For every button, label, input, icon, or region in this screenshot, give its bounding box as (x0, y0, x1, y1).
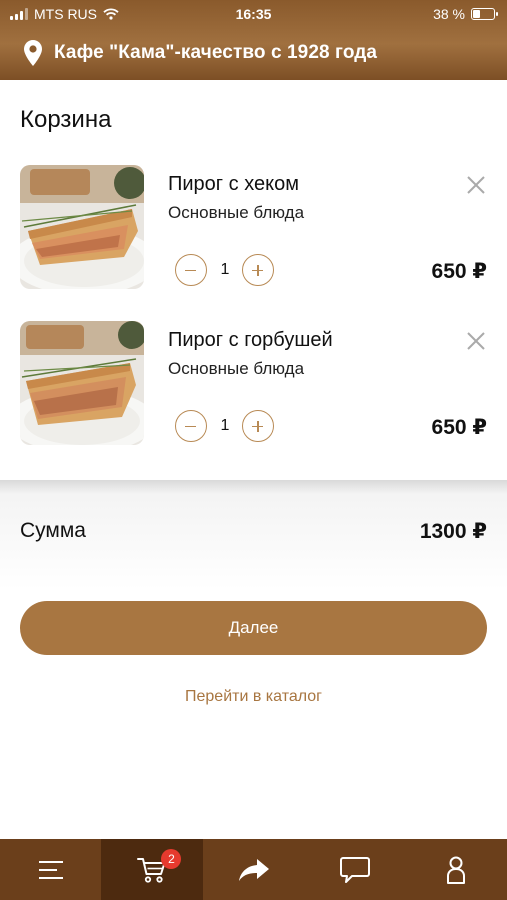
menu-icon (38, 860, 63, 879)
app-header: MTS RUS 16:35 38 % Кафе "Кама"-качество … (0, 0, 507, 80)
product-image (20, 165, 144, 289)
battery-percent: 38 % (433, 6, 465, 22)
cafe-title: Кафе "Кама"-качество с 1928 года (54, 42, 378, 63)
product-name: Пирог с хеком (168, 173, 299, 195)
increase-quantity-button[interactable] (242, 410, 274, 442)
cart-count-badge: 2 (161, 849, 182, 869)
tab-share[interactable] (203, 839, 304, 900)
chat-icon (339, 856, 370, 883)
product-category: Основные блюда (168, 203, 305, 222)
status-time: 16:35 (235, 6, 272, 22)
go-to-catalog-link[interactable]: Перейти в каталог (0, 688, 507, 706)
battery-icon (471, 8, 498, 20)
location-pin-icon (24, 40, 42, 66)
battery-level (473, 10, 480, 18)
cart-item: Пирог с хеком Основные блюда 1 650 ₽ (0, 165, 507, 295)
quantity-value: 1 (220, 417, 230, 434)
product-price: 650 ₽ (431, 416, 487, 439)
close-icon (467, 176, 485, 194)
status-bar: MTS RUS 16:35 38 % (0, 0, 507, 28)
product-name: Пирог с горбушей (168, 329, 333, 351)
profile-icon (447, 856, 466, 884)
total-label: Сумма (20, 519, 86, 542)
decrease-quantity-button[interactable] (175, 254, 207, 286)
tab-chat[interactable] (304, 839, 405, 900)
cart-item: Пирог с горбушей Основные блюда 1 650 ₽ (0, 321, 507, 451)
remove-item-button[interactable] (464, 329, 488, 353)
total-value: 1300 ₽ (419, 520, 487, 543)
tab-cart[interactable]: 2 (101, 839, 203, 900)
page-title: Корзина (20, 106, 112, 133)
next-button[interactable]: Далее (20, 601, 487, 655)
decrease-quantity-button[interactable] (175, 410, 207, 442)
product-category: Основные блюда (168, 359, 305, 378)
product-image (20, 321, 144, 445)
tab-menu[interactable] (0, 839, 101, 900)
status-right: 38 % (433, 6, 498, 22)
product-price: 650 ₽ (431, 260, 487, 283)
location-row[interactable]: Кафе "Кама"-качество с 1928 года (24, 38, 377, 68)
quantity-value: 1 (220, 261, 230, 278)
tab-profile[interactable] (406, 839, 507, 900)
close-icon (467, 332, 485, 350)
remove-item-button[interactable] (464, 173, 488, 197)
divider (0, 480, 507, 494)
increase-quantity-button[interactable] (242, 254, 274, 286)
bottom-tab-bar: 2 (0, 839, 507, 900)
share-icon (238, 858, 269, 881)
